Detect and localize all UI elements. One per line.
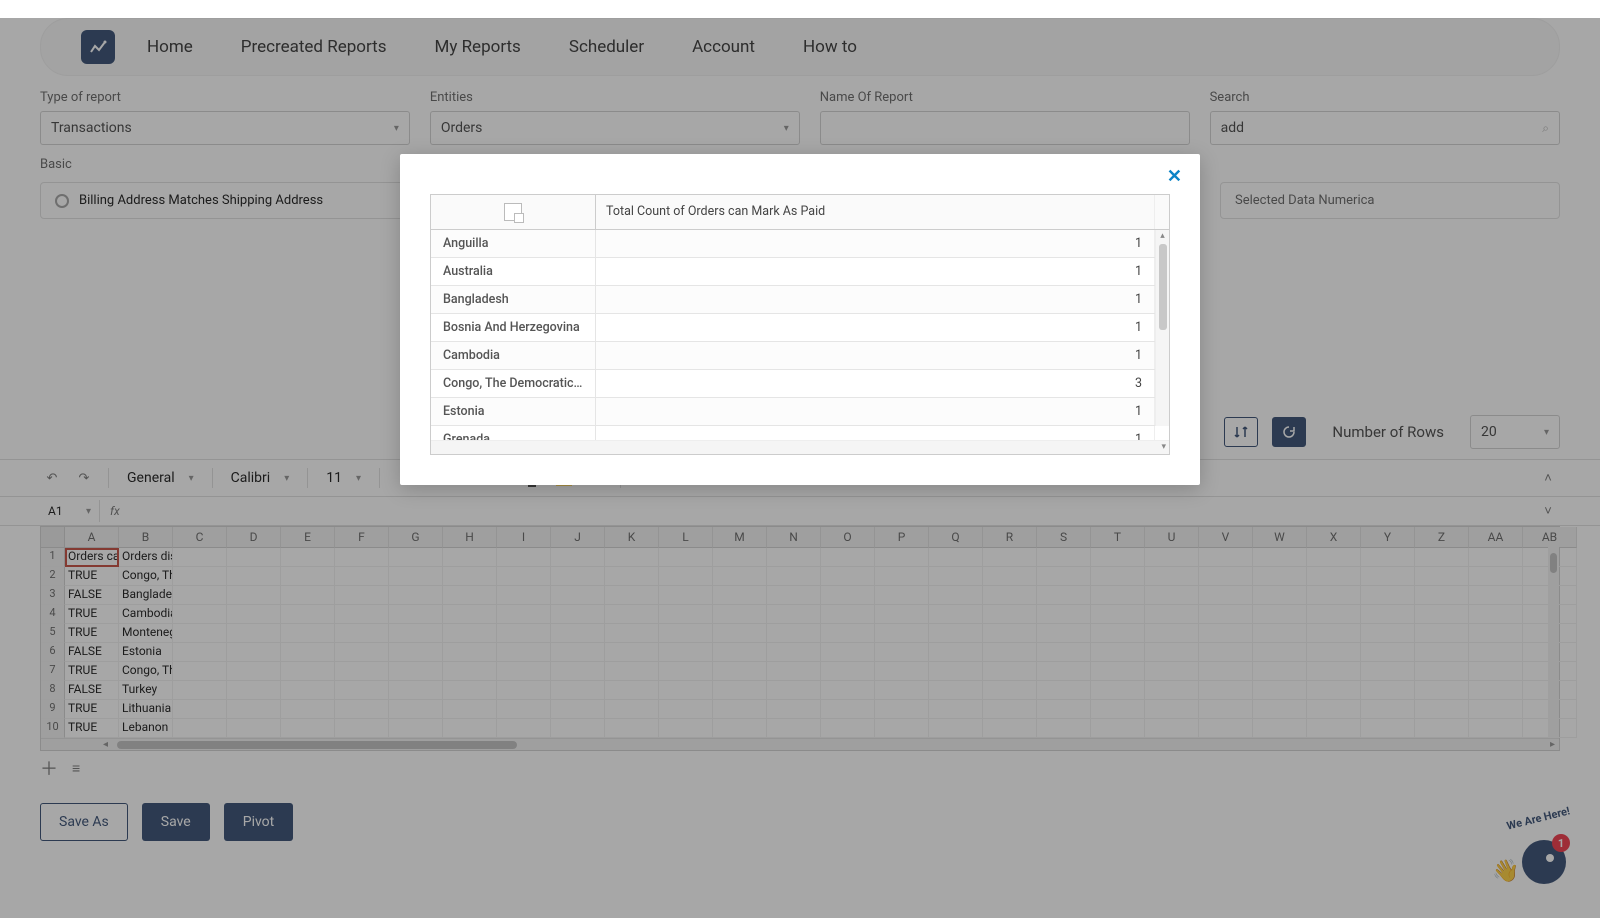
close-icon[interactable]: ✕ [1167,166,1182,187]
pivot-modal: ✕ Total Count of Orders can Mark As Paid… [400,154,1200,485]
pivot-category: Estonia [431,398,596,425]
pivot-category: Cambodia [431,342,596,369]
pivot-row[interactable]: Australia1 [431,258,1169,286]
pivot-table: Total Count of Orders can Mark As Paid ▴… [430,194,1170,455]
pivot-category: Congo, The Democratic Re… [431,370,596,397]
pivot-horizontal-scrollbar[interactable]: ▾ [431,440,1169,454]
pivot-value: 1 [596,286,1155,313]
pivot-vertical-scrollbar[interactable]: ▴ [1155,230,1169,426]
pivot-row[interactable]: Bangladesh1 [431,286,1169,314]
pivot-category: Bosnia And Herzegovina [431,314,596,341]
pivot-value: 1 [596,314,1155,341]
pivot-value: 1 [596,426,1155,440]
pivot-row[interactable]: Cambodia1 [431,342,1169,370]
pivot-value: 1 [596,342,1155,369]
pivot-category: Anguilla [431,230,596,257]
pivot-row[interactable]: Bosnia And Herzegovina1 [431,314,1169,342]
pivot-value: 1 [596,398,1155,425]
pivot-column-header: Total Count of Orders can Mark As Paid [596,195,1155,229]
pivot-category: Bangladesh [431,286,596,313]
pivot-row[interactable]: Grenada1 [431,426,1169,440]
pivot-row[interactable]: Anguilla1 [431,230,1169,258]
pivot-value: 1 [596,258,1155,285]
pivot-value: 1 [596,230,1155,257]
pivot-category: Australia [431,258,596,285]
pivot-value: 3 [596,370,1155,397]
pivot-category: Grenada [431,426,596,440]
pivot-row[interactable]: Estonia1 [431,398,1169,426]
pivot-row[interactable]: Congo, The Democratic Re…3 [431,370,1169,398]
modal-overlay[interactable]: ✕ Total Count of Orders can Mark As Paid… [0,18,1600,918]
pivot-config-icon[interactable] [431,195,596,229]
